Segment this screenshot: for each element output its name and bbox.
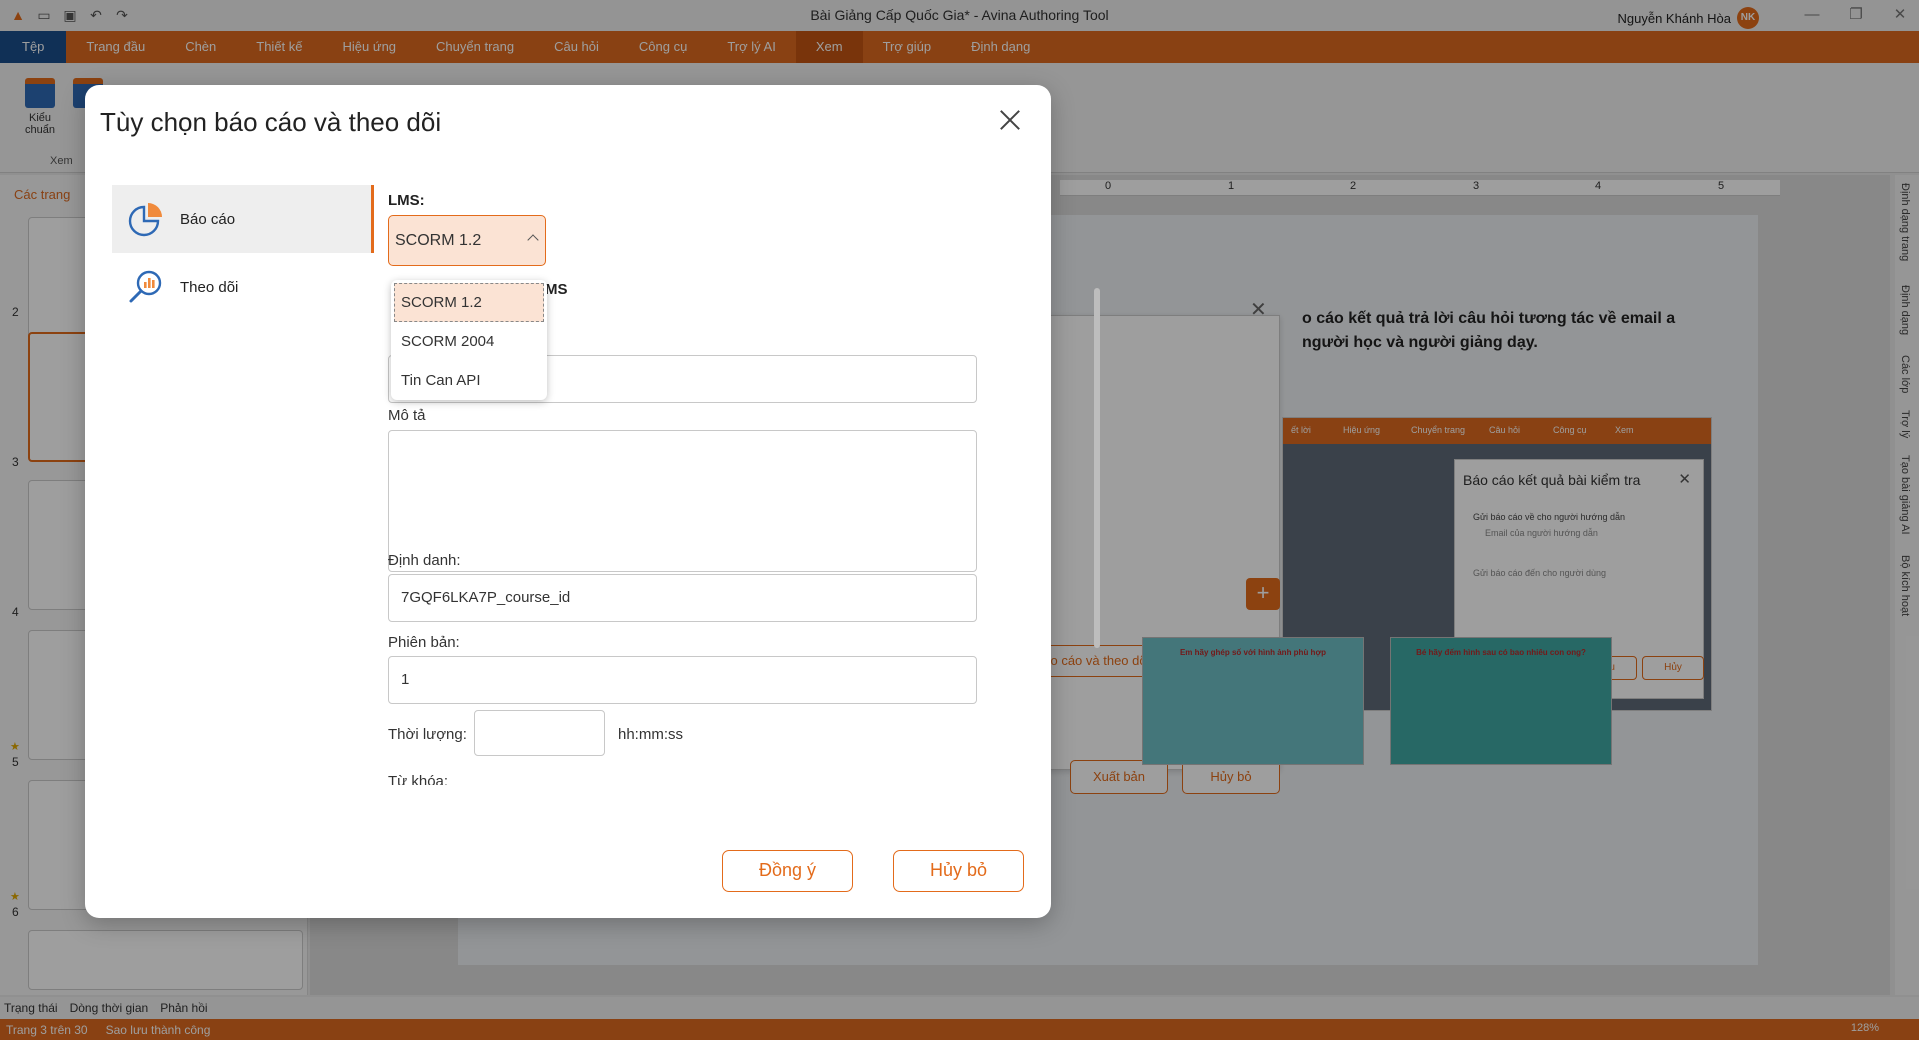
scrollbar[interactable] [1094, 288, 1100, 648]
cancel-button[interactable]: Hủy bỏ [893, 850, 1024, 892]
nav-item-report[interactable]: Báo cáo [112, 185, 374, 253]
lms-label: LMS: [388, 192, 425, 209]
analytics-search-icon [129, 270, 162, 303]
pie-chart-icon [128, 203, 162, 237]
version-label: Phiên bản: [388, 634, 460, 651]
nav-item-label: Theo dõi [180, 278, 239, 296]
lms-dropdown-menu: SCORM 1.2 SCORM 2004 Tin Can API [391, 280, 547, 400]
lms-option-scorm2004[interactable]: SCORM 2004 [394, 322, 544, 361]
nav-item-label: Báo cáo [180, 210, 236, 228]
dialog-nav: Báo cáo Theo dõi [112, 185, 374, 321]
version-field[interactable]: 1 [388, 656, 977, 704]
lms-option-tincan[interactable]: Tin Can API [394, 361, 544, 400]
lms-select[interactable]: SCORM 1.2 [388, 215, 546, 266]
report-tracking-dialog: Tùy chọn báo cáo và theo dõi Báo cáo The… [85, 85, 1100, 918]
close-icon[interactable] [997, 107, 1023, 133]
duration-field[interactable] [474, 710, 605, 756]
description-field[interactable] [388, 430, 977, 572]
dialog-title: Tùy chọn báo cáo và theo dõi [100, 107, 442, 137]
duration-label: Thời lượng: [388, 726, 467, 743]
identifier-field[interactable]: 7GQF6LKA7P_course_id [388, 574, 977, 622]
keywords-label: Từ khóa: [388, 773, 449, 785]
duration-unit: hh:mm:ss [618, 726, 684, 743]
chevron-up-icon [527, 234, 539, 246]
nav-item-tracking[interactable]: Theo dõi [112, 253, 374, 321]
lms-selected-value: SCORM 1.2 [395, 232, 482, 249]
ok-button[interactable]: Đồng ý [722, 850, 853, 892]
lms-option-scorm12[interactable]: SCORM 1.2 [394, 283, 544, 322]
section-heading-partial: MS [545, 281, 568, 298]
report-settings-panel: LMS: Mô tả Định danh: 7GQF6LKA7P_course_… [388, 185, 1008, 785]
description-label: Mô tả [388, 407, 426, 424]
identifier-label: Định danh: [388, 552, 461, 569]
